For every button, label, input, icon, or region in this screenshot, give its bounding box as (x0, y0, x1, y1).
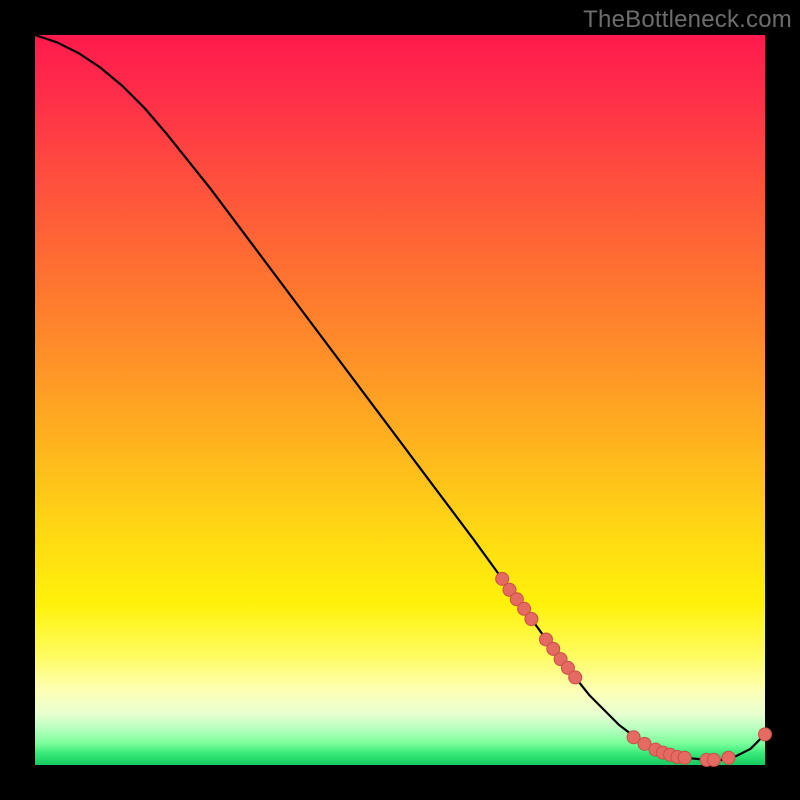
chart-marker (569, 671, 582, 684)
chart-marker (707, 753, 720, 766)
chart-svg (35, 35, 765, 765)
chart-stage: TheBottleneck.com (0, 0, 800, 800)
chart-markers (496, 572, 772, 766)
chart-curve (35, 35, 765, 760)
chart-marker (678, 751, 691, 764)
watermark-text: TheBottleneck.com (583, 6, 792, 34)
chart-marker (525, 613, 538, 626)
chart-plot-area (35, 35, 765, 765)
chart-marker (759, 728, 772, 741)
chart-marker (722, 751, 735, 764)
